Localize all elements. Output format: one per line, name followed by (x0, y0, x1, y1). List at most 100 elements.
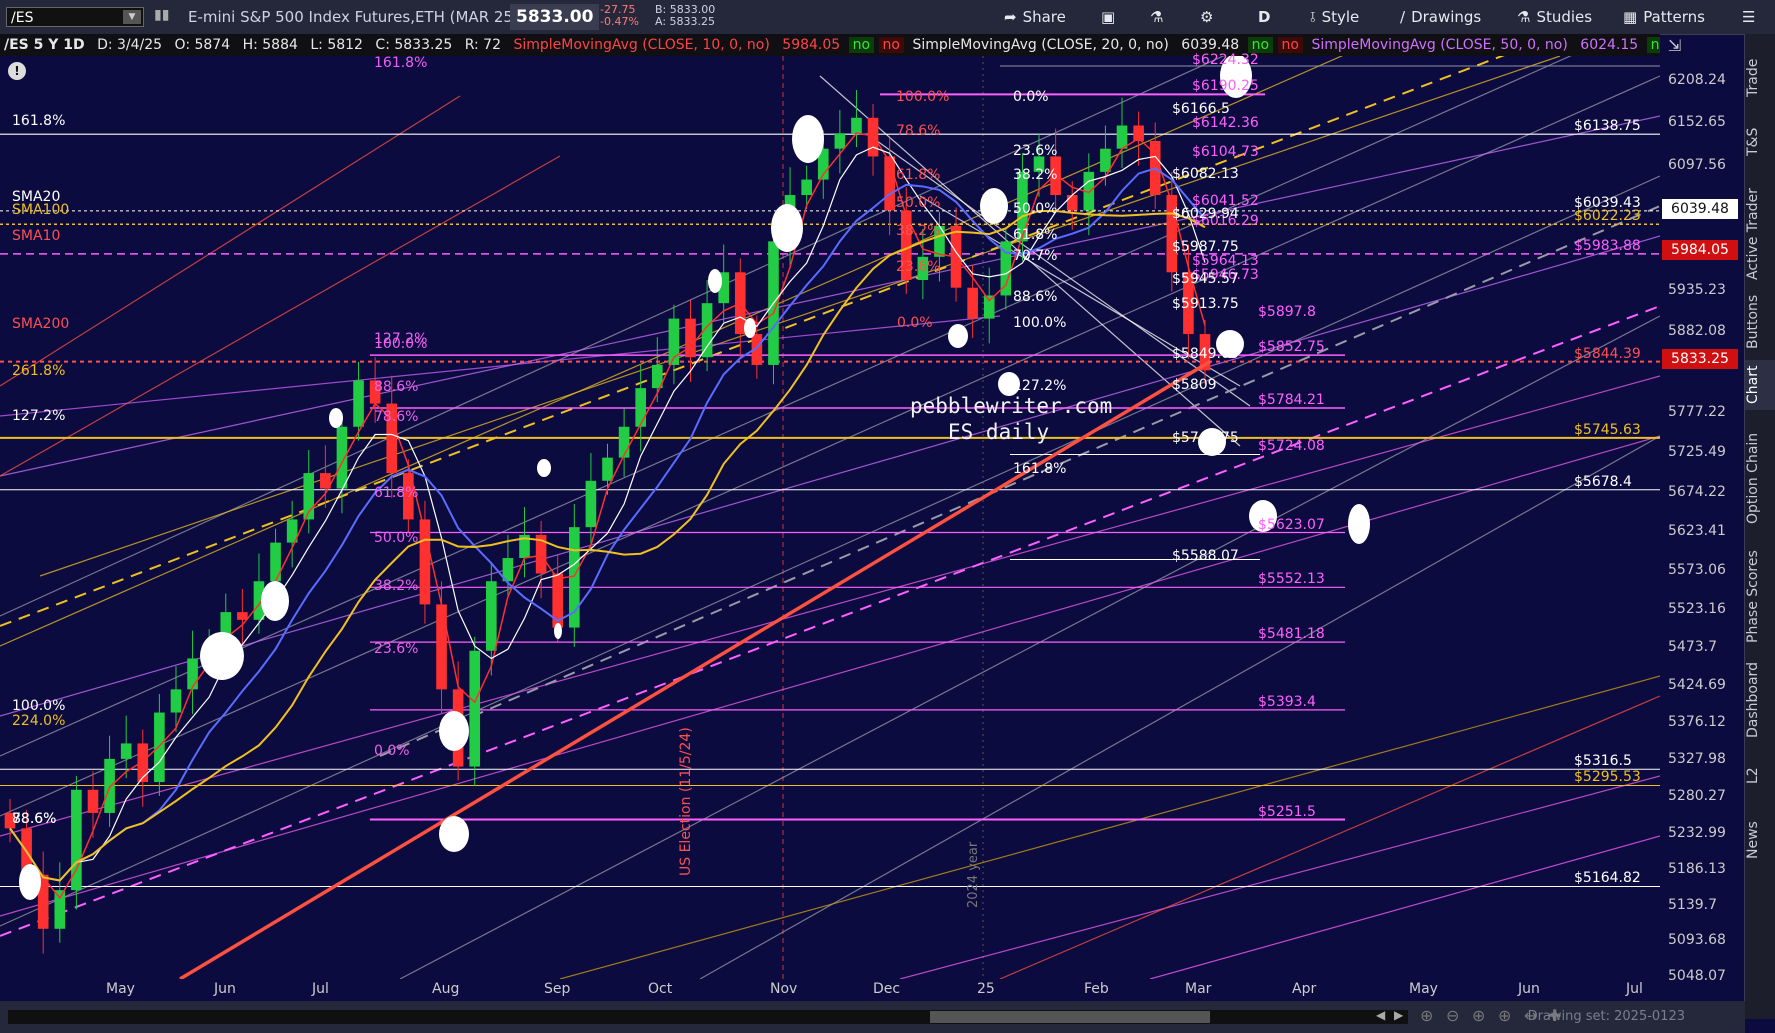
scroll-left-icon[interactable]: ◀ (1376, 1008, 1385, 1022)
candle-body (54, 890, 66, 929)
time-tick: 25 (977, 981, 995, 997)
time-tick: May (1409, 981, 1438, 997)
link-icon[interactable]: ▮▮ (154, 7, 169, 23)
level-label: $5987.75 (1172, 238, 1239, 255)
sidebar-tab-l2[interactable]: L2 (1745, 752, 1775, 800)
sidebar-tab-chart[interactable]: Chart (1745, 360, 1775, 410)
level-label: $5481.18 (1258, 626, 1325, 643)
trendline (0, 56, 1572, 757)
sma10-study[interactable]: SimpleMovingAvg (CLOSE, 10, 0, no) (509, 37, 773, 53)
horizontal-levels (0, 93, 1660, 887)
level-label: $6022.23 (1574, 208, 1641, 225)
watermark-title: ES daily (948, 420, 1050, 444)
fib-label: 61.8% (896, 167, 941, 183)
price-tick: 5376.12 (1668, 714, 1726, 731)
chart-canvas[interactable] (0, 56, 1660, 979)
fit-icon[interactable]: ⊕ (1472, 1006, 1485, 1025)
sidebar-tab-active-trader[interactable]: Active Trader (1745, 184, 1775, 284)
scrollbar-thumb[interactable] (930, 1011, 1210, 1023)
candles (4, 89, 1211, 954)
sma20-study[interactable]: SimpleMovingAvg (CLOSE, 20, 0, no) (908, 37, 1172, 53)
legend-high: H: 5884 (242, 37, 298, 53)
sma10-no-flag: no (848, 37, 875, 53)
trendlines (0, 56, 1660, 979)
gear-icon: ⚙ (1200, 8, 1214, 26)
time-tick: Jul (312, 981, 329, 997)
chevron-down-icon[interactable]: ▼ (123, 10, 141, 24)
level-label: $5809 (1172, 376, 1217, 393)
settings-button[interactable]: ⚙ (1200, 4, 1219, 30)
studies-button[interactable]: ⚗ Studies (1517, 4, 1592, 30)
fib-label: 23.6% (374, 641, 419, 657)
trendline (0, 155, 561, 477)
sidebar-tab-news[interactable]: News (1745, 810, 1775, 870)
study-legend: /ES 5 Y 1D D: 3/4/25 O: 5874 H: 5884 L: … (0, 34, 1660, 56)
collapse-icon[interactable]: ⇲ (1668, 36, 1681, 55)
level-label: $5913.75 (1172, 295, 1239, 312)
price-chart[interactable]: ! pebblewriter.com ES daily US Election … (0, 52, 1660, 979)
bid-ask-display: B: 5833.00 A: 5833.25 (655, 4, 715, 28)
sidebar-tab-phase-scores[interactable]: Phase Scores (1745, 542, 1775, 652)
time-tick: Sep (544, 981, 571, 997)
level-label: $5983.88 (1574, 237, 1641, 254)
style-button[interactable]: ⫱ Style (1310, 4, 1359, 30)
beaker-icon: ⚗ (1517, 8, 1531, 26)
trendline (0, 315, 1001, 417)
time-axis[interactable]: May Jun Jul Aug Sep Oct Nov Dec 25 Feb Mar Apr May Ju… (0, 979, 1660, 1001)
fib-label: 61.8% (1013, 227, 1058, 243)
candle-body (137, 743, 149, 783)
sidebar-tab-t-s[interactable]: T&S (1745, 117, 1775, 167)
time-tick: Dec (873, 981, 901, 997)
menu-icon: ☰ (1742, 8, 1756, 26)
reset-icon[interactable]: ⊕ (1498, 1006, 1511, 1025)
sidebar-tab-dashboard[interactable]: Dashboard (1745, 658, 1775, 742)
period-button[interactable]: D (1258, 4, 1270, 30)
price-axis[interactable]: 6208.24 6152.65 6097.56 5935.23 5882.08 5777.… (1660, 56, 1745, 984)
candle-body (353, 380, 364, 427)
candle-body (87, 789, 99, 813)
flask-icon: ⚗ (1150, 8, 1164, 26)
sma50-study[interactable]: SimpleMovingAvg (CLOSE, 50, 0, no) (1307, 37, 1571, 53)
level-label: $5588.07 (1172, 547, 1239, 564)
share-button[interactable]: ➦ Share (1004, 4, 1066, 30)
drawings-button[interactable]: ∕ Drawings (1400, 4, 1481, 30)
time-tick: Jul (1626, 981, 1643, 997)
year-label: 2024 year (966, 841, 981, 908)
sma10-tag: SMA10 (12, 228, 61, 244)
zoom-in-icon[interactable]: ⊕ (1420, 1006, 1433, 1025)
price-tick: 5674.22 (1668, 483, 1726, 500)
fib-label: 50.0% (1013, 201, 1058, 217)
sidebar-tab-trade[interactable]: Trade (1745, 48, 1775, 108)
zoom-out-icon[interactable]: ⊖ (1446, 1006, 1459, 1025)
patterns-button[interactable]: ▦ Patterns (1623, 4, 1705, 30)
flask-button[interactable]: ⚗ (1150, 4, 1169, 30)
target-oval (771, 204, 803, 252)
target-oval (261, 581, 289, 621)
price-tick: 6097.56 (1668, 157, 1726, 174)
alert-icon[interactable]: ! (8, 62, 26, 80)
target-oval (792, 115, 824, 163)
sma10-price-box: 5984.05 (1662, 240, 1738, 260)
trendline (699, 435, 1660, 979)
trendline (0, 56, 1344, 647)
time-tick: Aug (432, 981, 460, 997)
level-label: $5740.75 (1172, 429, 1239, 446)
sidebar-tab-option-chain[interactable]: Option Chain (1745, 418, 1775, 538)
fib-label: 23.6% (1013, 143, 1058, 159)
scroll-right-icon[interactable]: ▶ (1394, 1008, 1403, 1022)
drawing-set-label[interactable]: Drawing set: 2025-0123 (1528, 1009, 1685, 1024)
fib-label: 78.6% (896, 123, 941, 139)
fib-label: 261.8% (12, 363, 66, 379)
candle-body (685, 318, 696, 358)
legend-date: D: 3/4/25 (97, 37, 163, 53)
sidebar-tab-buttons[interactable]: Buttons (1745, 290, 1775, 354)
snapshot-button[interactable]: ▣ (1101, 4, 1121, 30)
trendline (1149, 835, 1660, 979)
symbol-selector[interactable]: /ES ▼ (6, 7, 144, 27)
level-label: $6142.36 (1192, 115, 1259, 132)
menu-button[interactable]: ☰ (1742, 4, 1755, 30)
fib-label: 88.6% (1013, 289, 1058, 305)
candle-body (187, 658, 198, 690)
target-oval (980, 188, 1008, 224)
time-tick: Nov (770, 981, 798, 997)
